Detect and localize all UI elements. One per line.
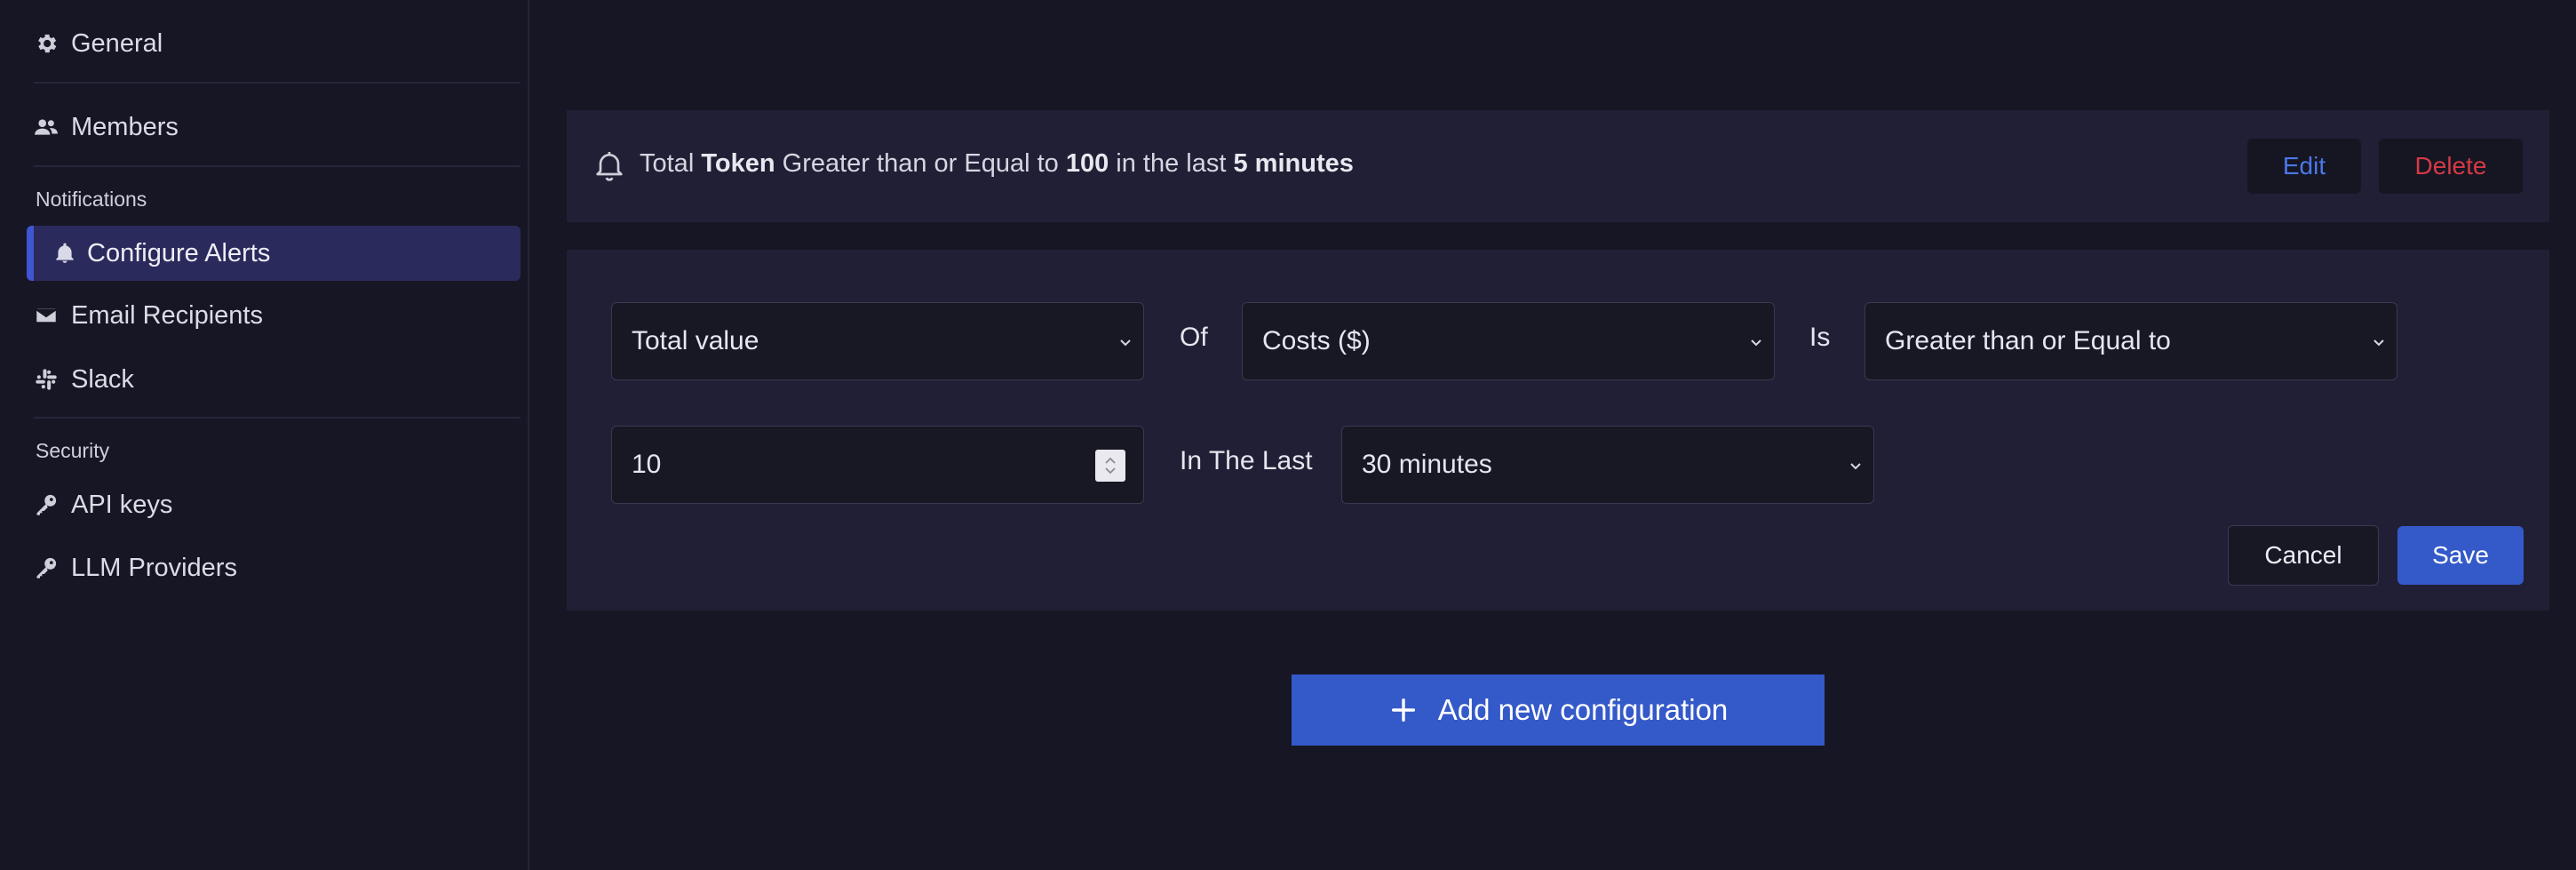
key-icon [36,557,57,579]
save-button[interactable]: Save [2397,526,2524,585]
sidebar-item-label: API keys [71,490,173,519]
active-indicator [27,226,34,281]
stepper-arrows-icon [1105,457,1116,475]
summary-window-prefix: in the last [1116,149,1227,178]
divider [34,417,521,419]
key-icon [36,494,57,515]
sidebar-item-slack[interactable]: Slack [34,359,134,400]
users-icon [35,119,58,135]
chevron-down-icon [1850,463,1861,470]
sidebar-item-members[interactable]: Members [34,107,179,148]
sidebar-item-label: Slack [71,364,134,394]
threshold-value: 10 [632,450,662,479]
sidebar-item-configure-alerts[interactable]: Configure Alerts [27,226,521,281]
time-window-select[interactable]: 30 minutes [1341,426,1874,504]
alert-summary-card: Total Token Greater than or Equal to 100… [567,110,2549,222]
sidebar-item-general[interactable]: General [34,23,163,64]
sidebar-item-label: LLM Providers [71,553,237,582]
chevron-down-icon [1120,339,1131,347]
add-button-label: Add new configuration [1437,693,1729,726]
sidebar-item-api-keys[interactable]: API keys [34,484,172,525]
sidebar-item-email-recipients[interactable]: Email Recipients [34,295,263,336]
sidebar: General Members Notifications Configure … [0,0,529,870]
summary-metric: Token [701,149,775,178]
chevron-down-icon [1751,339,1761,347]
slack-icon [36,369,57,390]
sidebar-item-llm-providers[interactable]: LLM Providers [34,547,237,588]
in-the-last-label: In The Last [1180,446,1313,475]
aggregation-select[interactable]: Total value [611,302,1144,380]
operator-select[interactable]: Greater than or Equal to [1864,302,2397,380]
cancel-button[interactable]: Cancel [2228,525,2379,586]
number-stepper[interactable] [1095,450,1125,482]
edit-button[interactable]: Edit [2247,139,2361,194]
alert-summary-text: Total Token Greater than or Equal to 100… [640,149,1354,179]
operator-value: Greater than or Equal to [1885,326,2171,355]
metric-value: Costs ($) [1262,326,1371,355]
sidebar-item-label: Members [71,112,179,141]
sidebar-item-label: General [71,28,163,58]
metric-select[interactable]: Costs ($) [1242,302,1775,380]
threshold-input[interactable]: 10 [611,426,1144,504]
summary-window: 5 minutes [1233,149,1354,178]
divider [34,165,521,167]
plus-icon [1391,698,1415,722]
is-label: Is [1809,323,1831,352]
delete-button[interactable]: Delete [2379,139,2523,194]
chevron-down-icon [2373,339,2384,347]
gear-icon [38,34,57,53]
time-window-value: 30 minutes [1362,450,1492,479]
divider [34,82,521,84]
sidebar-item-label: Configure Alerts [87,238,271,267]
section-heading-security: Security [36,439,110,462]
alert-config-form: Total value Of Costs ($) Is Greater than… [567,250,2549,611]
summary-threshold: 100 [1065,149,1109,178]
section-heading-notifications: Notifications [36,188,147,211]
aggregation-value: Total value [632,326,759,355]
envelope-icon [35,307,58,324]
summary-condition: Greater than or Equal to [782,149,1059,178]
bell-outline-icon [596,152,623,181]
sidebar-item-label: Email Recipients [71,300,263,330]
bell-icon [56,243,74,263]
summary-prefix: Total [640,149,695,178]
add-new-configuration-button[interactable]: Add new configuration [1292,674,1825,746]
of-label: Of [1180,323,1208,352]
